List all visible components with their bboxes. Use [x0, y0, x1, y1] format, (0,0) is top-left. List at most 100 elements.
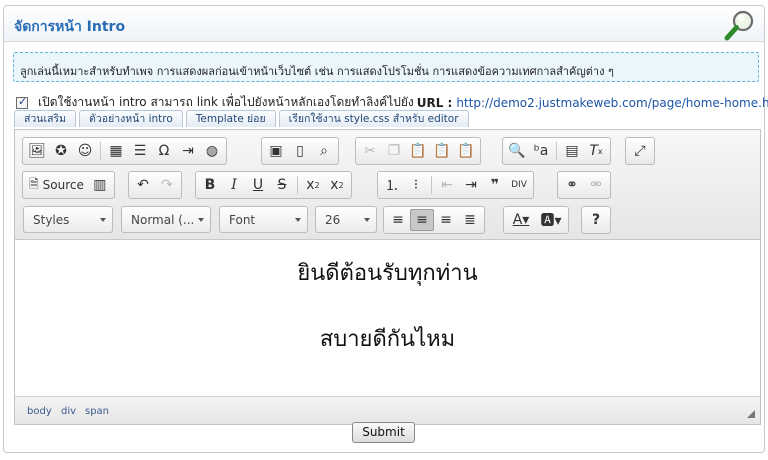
page-title: จัดการหน้า Intro: [14, 19, 126, 35]
editing-group: 🔍 ᵇa ▤ Tx: [502, 137, 611, 165]
tools-group: ⤢: [625, 137, 655, 165]
path-div[interactable]: div: [61, 406, 76, 417]
remove-format-icon[interactable]: Tx: [584, 140, 608, 162]
source-group: 🗎 Source ▥: [22, 171, 115, 199]
image-icon[interactable]: 🖼: [25, 140, 49, 162]
find-icon[interactable]: 🔍: [505, 140, 529, 162]
save-icon[interactable]: ▣: [264, 140, 288, 162]
document-group: ▣ ▯ ⌕: [261, 137, 339, 165]
basic-styles-group: B I U S x2 x2: [195, 171, 352, 199]
submit-button[interactable]: Submit: [352, 422, 415, 443]
path-body[interactable]: body: [27, 406, 52, 417]
new-page-icon[interactable]: ▯: [288, 140, 312, 162]
redo-icon[interactable]: ↷: [155, 174, 179, 196]
size-dropdown[interactable]: 26: [315, 206, 377, 233]
colors-group: A▾ 🅰▾: [503, 206, 569, 234]
undo-group: ↶ ↷: [128, 171, 182, 199]
format-dropdown[interactable]: Normal (...: [121, 206, 211, 233]
tab-style-css[interactable]: เรียกใช้งาน style.css สำหรับ editor: [278, 110, 469, 127]
superscript-icon[interactable]: x2: [325, 174, 349, 196]
bulleted-list-icon[interactable]: ⁝: [404, 174, 428, 196]
path-span[interactable]: span: [85, 406, 109, 417]
italic-icon[interactable]: I: [222, 174, 246, 196]
undo-icon[interactable]: ↶: [131, 174, 155, 196]
tab-addons[interactable]: ส่วนเสริม: [14, 110, 77, 127]
page-break-icon[interactable]: ⇥: [176, 140, 200, 162]
templates-icon[interactable]: ▥: [88, 174, 112, 196]
copy-icon[interactable]: ❐: [382, 140, 406, 162]
maximize-icon[interactable]: ⤢: [628, 140, 652, 162]
flash-icon[interactable]: ✪: [49, 140, 73, 162]
links-group: ⚭ ⚮: [557, 171, 611, 199]
align-right-icon[interactable]: ≡: [434, 209, 458, 231]
outdent-icon[interactable]: ⇤: [435, 174, 459, 196]
smiley-icon[interactable]: ☺: [73, 140, 97, 162]
separator: [431, 176, 432, 194]
separator: [297, 176, 298, 194]
align-group: ≡ ≡ ≡ ≣: [383, 206, 485, 234]
size-label: 26: [325, 213, 341, 227]
font-label: Font: [229, 213, 256, 227]
format-label: Normal (...: [131, 213, 195, 227]
url-link[interactable]: http://demo2.justmakeweb.com/page/home-h…: [456, 96, 768, 110]
rich-text-editor: 🖼 ✪ ☺ ▦ ☰ Ω ⇥ ◍ ▣ ▯ ⌕ ✂ ❐ 📋 📋 📋 🔍 ᵇa ▤ T…: [14, 129, 761, 425]
styles-label: Styles: [33, 213, 70, 227]
link-icon[interactable]: ⚭: [560, 174, 584, 196]
source-label: Source: [42, 178, 84, 192]
enable-intro-checkbox[interactable]: [16, 95, 28, 109]
tab-sub-template[interactable]: Template ย่อย: [185, 110, 276, 127]
separator: [100, 142, 101, 160]
underline-icon[interactable]: U: [246, 174, 270, 196]
content-line-1: ยินดีต้อนรับทุกท่าน: [297, 261, 478, 286]
numbered-list-icon[interactable]: ⒈: [380, 174, 404, 196]
editor-toolbar: 🖼 ✪ ☺ ▦ ☰ Ω ⇥ ◍ ▣ ▯ ⌕ ✂ ❐ 📋 📋 📋 🔍 ᵇa ▤ T…: [15, 130, 760, 240]
separator: [556, 142, 557, 160]
magnifier-icon: [724, 10, 754, 41]
special-char-icon[interactable]: Ω: [152, 140, 176, 162]
editor-content[interactable]: ยินดีต้อนรับทุกท่าน สบายดีกันไหม: [15, 241, 760, 396]
clipboard-group: ✂ ❐ 📋 📋 📋: [355, 137, 481, 165]
element-path-bar: body div span: [15, 396, 760, 424]
insert-group: 🖼 ✪ ☺ ▦ ☰ Ω ⇥ ◍: [22, 137, 227, 165]
info-notice: ลูกเล่นนี้เหมาะสำหรับทำเพจ การแสดงผลก่อน…: [13, 52, 759, 82]
strike-icon[interactable]: S: [270, 174, 294, 196]
resize-handle[interactable]: [747, 410, 755, 418]
select-all-icon[interactable]: ▤: [560, 140, 584, 162]
tab-intro-examples[interactable]: ตัวอย่างหน้า intro: [79, 110, 183, 127]
styles-dropdown[interactable]: Styles: [23, 206, 113, 233]
source-icon: 🗎: [29, 176, 39, 191]
indent-icon[interactable]: ⇥: [459, 174, 483, 196]
horizontal-rule-icon[interactable]: ☰: [128, 140, 152, 162]
replace-icon[interactable]: ᵇa: [529, 140, 553, 162]
bg-color-icon[interactable]: 🅰▾: [536, 209, 566, 231]
paragraph-group: ⒈ ⁝ ⇤ ⇥ ❞ DIV: [377, 171, 534, 199]
align-left-icon[interactable]: ≡: [386, 209, 410, 231]
iframe-icon[interactable]: ◍: [200, 140, 224, 162]
align-center-icon[interactable]: ≡: [410, 209, 434, 231]
bold-icon[interactable]: B: [198, 174, 222, 196]
subscript-icon[interactable]: x2: [301, 174, 325, 196]
panel-header: จัดการหน้า Intro: [4, 6, 764, 42]
paste-icon[interactable]: 📋: [406, 140, 430, 162]
preview-icon[interactable]: ⌕: [312, 140, 336, 162]
create-div-icon[interactable]: DIV: [507, 174, 531, 196]
chevron-down-icon: [364, 218, 370, 222]
justify-icon[interactable]: ≣: [458, 209, 482, 231]
content-line-2: สบายดีกันไหม: [319, 327, 456, 352]
text-color-icon[interactable]: A▾: [506, 209, 536, 231]
chevron-down-icon: [198, 218, 204, 222]
intro-panel: จัดการหน้า Intro ลูกเล่นนี้เหมาะสำหรับทำ…: [3, 5, 768, 453]
paste-word-icon[interactable]: 📋: [454, 140, 478, 162]
chevron-down-icon: [100, 218, 106, 222]
font-dropdown[interactable]: Font: [219, 206, 308, 233]
blockquote-icon[interactable]: ❞: [483, 174, 507, 196]
chevron-down-icon: [295, 218, 301, 222]
source-button[interactable]: 🗎 Source: [25, 174, 88, 196]
help-icon[interactable]: ?: [584, 209, 608, 231]
unlink-icon[interactable]: ⚮: [584, 174, 608, 196]
editor-tabs: ส่วนเสริม ตัวอย่างหน้า intro Template ย่…: [14, 110, 472, 127]
cut-icon[interactable]: ✂: [358, 140, 382, 162]
table-icon[interactable]: ▦: [104, 140, 128, 162]
paste-text-icon[interactable]: 📋: [430, 140, 454, 162]
help-group: ?: [581, 206, 611, 234]
